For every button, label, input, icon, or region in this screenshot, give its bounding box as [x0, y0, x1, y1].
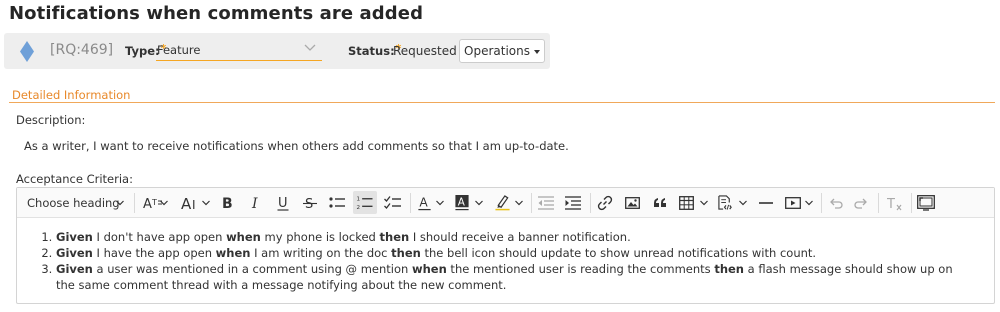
svg-text:T: T — [887, 197, 895, 211]
section-title[interactable]: Detailed Information — [12, 88, 130, 102]
status-value: Requested — [393, 44, 457, 58]
toolbar-separator — [878, 193, 879, 213]
chevron-down-icon — [160, 200, 168, 206]
toolbar-separator — [531, 193, 532, 213]
chevron-down-icon — [700, 200, 708, 206]
list-item: Given I have the app open when I am writ… — [56, 245, 974, 261]
chevron-down-icon — [475, 200, 483, 206]
media-embed-icon[interactable] — [785, 195, 801, 211]
svg-text:1: 1 — [357, 197, 361, 203]
italic-icon[interactable]: I — [250, 195, 262, 211]
toolbar-separator — [821, 193, 822, 213]
svg-text:B: B — [222, 196, 233, 211]
bulleted-list-icon[interactable] — [329, 195, 345, 211]
criteria-text: I don't have app open — [92, 230, 227, 244]
keyword-text: when — [226, 230, 261, 244]
list-item: Given a user was mentioned in a comment … — [56, 261, 974, 293]
chevron-down-icon — [436, 200, 444, 206]
redo-icon[interactable] — [854, 195, 869, 211]
toolbar-separator — [590, 193, 591, 213]
requirement-header: [RQ:469] Type:* Feature Status:* Request… — [4, 33, 550, 69]
strikethrough-icon[interactable]: S — [303, 195, 317, 211]
acceptance-criteria-list: Given I don't have app open when my phon… — [56, 229, 974, 293]
chevron-down-icon — [515, 200, 523, 206]
type-select[interactable]: Feature — [156, 40, 322, 61]
criteria-text: the mentioned user is reading the commen… — [446, 262, 715, 276]
remove-format-icon[interactable]: T — [887, 195, 903, 211]
undo-icon[interactable] — [828, 195, 843, 211]
svg-text:I: I — [192, 198, 196, 211]
chevron-down-icon — [304, 44, 316, 51]
chevron-down-icon — [805, 200, 813, 206]
description-label: Description: — [16, 113, 86, 127]
editor-toolbar: Choose heading A T A I B I U S — [17, 188, 994, 218]
keyword-text: Given — [56, 246, 93, 260]
underline-icon[interactable]: U — [276, 195, 290, 211]
numbered-list-icon[interactable]: 1 2 — [356, 195, 373, 211]
criteria-text: a user was mentioned in a comment using … — [92, 262, 412, 276]
todo-list-icon[interactable] — [384, 195, 401, 211]
keyword-text: then — [391, 246, 421, 260]
heading-dropdown[interactable]: Choose heading — [27, 196, 120, 212]
fullscreen-icon[interactable] — [917, 195, 935, 211]
type-value: Feature — [157, 43, 201, 57]
blockquote-icon[interactable] — [653, 195, 667, 211]
background-color-icon[interactable]: A — [455, 195, 469, 211]
svg-text:A: A — [419, 195, 428, 209]
criteria-text: I am writing on the doc — [250, 246, 392, 260]
font-family-icon[interactable]: A I — [181, 195, 203, 211]
bold-icon[interactable]: B — [221, 195, 235, 211]
list-item: Given I don't have app open when my phon… — [56, 229, 974, 245]
svg-text:I: I — [251, 196, 258, 211]
keyword-text: then — [379, 230, 410, 244]
keyword-text: then — [714, 262, 744, 276]
criteria-text: my phone is locked — [260, 230, 380, 244]
page-title: Notifications when comments are added — [9, 3, 424, 24]
keyword-text: when — [215, 246, 251, 260]
editor-content[interactable]: Given I don't have app open when my phon… — [17, 229, 994, 293]
horizontal-line-icon[interactable] — [759, 195, 773, 211]
rich-text-editor[interactable]: Choose heading A T A I B I U S — [16, 187, 995, 304]
operations-button[interactable]: Operations — [459, 39, 545, 63]
toolbar-separator — [134, 193, 135, 213]
criteria-text: I should receive a banner notification. — [409, 230, 631, 244]
chevron-down-icon — [116, 200, 124, 206]
description-text[interactable]: As a writer, I want to receive notificat… — [24, 139, 569, 153]
indent-icon[interactable] — [565, 195, 581, 211]
image-icon[interactable] — [625, 195, 640, 211]
requirement-type-icon — [20, 41, 34, 62]
table-icon[interactable] — [679, 195, 694, 211]
chevron-down-icon — [739, 200, 747, 206]
svg-text:A: A — [181, 195, 192, 211]
source-editing-icon[interactable] — [717, 195, 734, 211]
highlight-icon[interactable] — [495, 195, 510, 211]
font-color-icon[interactable]: A — [418, 195, 431, 211]
keyword-text: Given — [56, 262, 93, 276]
svg-text:2: 2 — [357, 205, 361, 211]
criteria-text: I have the app open — [92, 246, 216, 260]
section-divider — [9, 102, 995, 103]
svg-text:A: A — [143, 197, 152, 211]
keyword-text: when — [411, 262, 447, 276]
keyword-text: Given — [56, 230, 93, 244]
svg-text:A: A — [458, 196, 465, 208]
chevron-down-icon — [202, 200, 210, 206]
link-icon[interactable] — [597, 195, 613, 211]
requirement-id: [RQ:469] — [50, 42, 114, 58]
operations-label: Operations — [464, 44, 530, 58]
svg-text:T: T — [151, 198, 157, 207]
caret-down-icon — [533, 49, 540, 54]
toolbar-separator — [410, 193, 411, 213]
criteria-text: the bell icon should update to show unre… — [420, 246, 817, 260]
toolbar-separator — [911, 193, 912, 213]
acceptance-criteria-label: Acceptance Criteria: — [16, 172, 133, 186]
outdent-icon[interactable] — [538, 195, 554, 211]
svg-text:U: U — [278, 196, 288, 211]
